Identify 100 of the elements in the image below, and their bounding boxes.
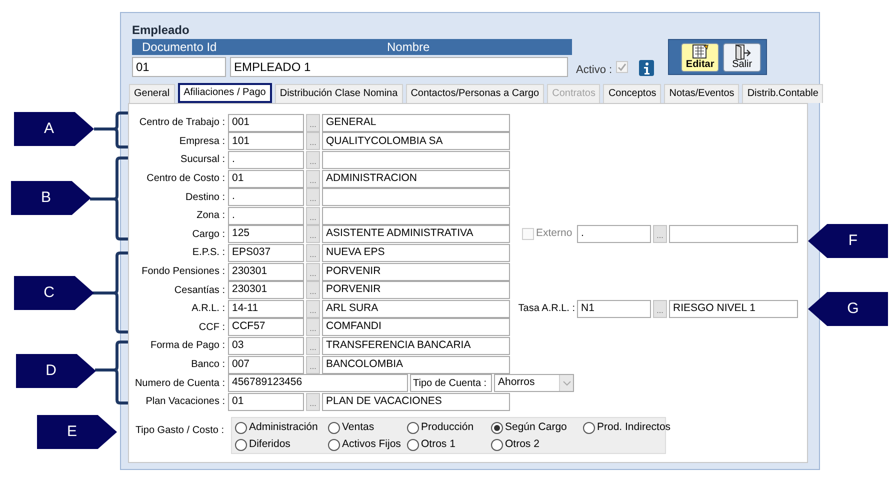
browse-button[interactable]: ... <box>306 392 320 411</box>
input-field[interactable]: . <box>577 225 651 244</box>
input-field[interactable]: GENERAL <box>322 114 510 132</box>
input-field[interactable] <box>322 188 510 206</box>
callout-label: B <box>11 181 91 215</box>
edit-button[interactable]: Editar <box>681 42 720 72</box>
input-field[interactable] <box>322 206 510 225</box>
callout-label: C <box>14 276 94 310</box>
input-field[interactable] <box>669 225 798 244</box>
exit-button[interactable]: Salir <box>723 42 762 72</box>
browse-button[interactable]: ... <box>306 170 320 188</box>
field-label: Forma de Pago : <box>150 339 226 354</box>
dropdown[interactable]: Ahorros <box>494 374 574 392</box>
field-label: Cargo : <box>191 228 226 242</box>
input-field[interactable]: 001 <box>228 114 304 132</box>
radio-option[interactable]: Activos Fijos <box>328 436 407 452</box>
input-field[interactable]: PORVENIR <box>322 262 510 281</box>
field-label: Tasa A.R.L. : <box>517 302 575 316</box>
input-field[interactable]: ADMINISTRACION <box>322 170 510 188</box>
input-field[interactable]: EMPLEADO 1 <box>230 57 568 77</box>
input-field[interactable]: PORVENIR <box>322 281 510 300</box>
radio-option[interactable]: Prod. Indirectos <box>583 420 671 436</box>
input-field[interactable]: . <box>228 150 304 169</box>
input-field[interactable]: BANCOLOMBIA <box>322 356 510 374</box>
window-title: Empleado <box>132 22 190 37</box>
input-field[interactable]: EPS037 <box>228 244 304 262</box>
input-field[interactable]: . <box>228 206 304 225</box>
tab[interactable]: Contactos/Personas a Cargo <box>406 84 544 102</box>
callout-label: E <box>37 415 117 449</box>
input-field[interactable]: 01 <box>132 57 226 77</box>
browse-button[interactable]: ... <box>306 318 320 336</box>
field-label: Destino : <box>184 190 226 205</box>
input-field[interactable]: 101 <box>228 132 304 150</box>
input-field[interactable]: NUEVA EPS <box>322 244 510 262</box>
field-label: Cesantías : <box>173 284 226 298</box>
input-field[interactable]: 007 <box>228 356 304 374</box>
input-field[interactable]: N1 <box>577 300 651 318</box>
field-label: Banco : <box>190 358 226 372</box>
browse-button[interactable]: ... <box>306 132 320 150</box>
input-field[interactable]: COMFANDI <box>322 318 510 336</box>
input-field[interactable]: TRANSFERENCIA BANCARIA <box>322 336 510 355</box>
field-label: Centro de Costo : <box>146 172 226 186</box>
input-field[interactable]: 03 <box>228 336 304 355</box>
input-field[interactable]: 456789123456 <box>228 374 408 392</box>
browse-button[interactable]: ... <box>306 150 320 169</box>
browse-button[interactable]: ... <box>653 300 667 318</box>
bracket <box>92 112 130 148</box>
radio-option[interactable]: Ventas <box>328 420 407 436</box>
input-field[interactable]: ARL SURA <box>322 300 510 318</box>
browse-button[interactable]: ... <box>306 206 320 225</box>
input-field[interactable] <box>322 150 510 169</box>
tab[interactable]: General <box>129 84 175 102</box>
radio-option[interactable]: Otros 1 <box>407 436 491 452</box>
input-field[interactable]: 125 <box>228 225 304 244</box>
input-field[interactable]: 14-11 <box>228 300 304 318</box>
input-field[interactable]: 230301 <box>228 262 304 281</box>
browse-button[interactable]: ... <box>306 244 320 262</box>
radio-option[interactable]: Diferidos <box>235 436 328 452</box>
input-field[interactable]: PLAN DE VACACIONES <box>322 392 510 411</box>
input-field[interactable]: 01 <box>228 392 304 411</box>
field-label: Numero de Cuenta : <box>134 376 226 391</box>
input-field[interactable]: CCF57 <box>228 318 304 336</box>
document-icon <box>690 44 710 60</box>
browse-button[interactable]: ... <box>306 356 320 374</box>
field-label: Tipo Gasto / Costo : <box>134 424 225 438</box>
checkbox[interactable] <box>616 61 628 73</box>
browse-button[interactable]: ... <box>306 336 320 355</box>
field-label: Centro de Trabajo : <box>138 116 226 130</box>
browse-button[interactable]: ... <box>306 225 320 244</box>
field-label: Plan Vacaciones : <box>144 395 226 410</box>
input-field[interactable]: QUALITYCOLOMBIA SA <box>322 132 510 150</box>
input-field[interactable]: . <box>228 188 304 206</box>
tab[interactable]: Conceptos <box>603 84 662 102</box>
input-field[interactable]: ASISTENTE ADMINISTRATIVA <box>322 225 510 244</box>
browse-button[interactable]: ... <box>306 188 320 206</box>
field-label: Sucursal : <box>180 153 226 168</box>
radio-option[interactable]: Otros 2 <box>491 436 583 452</box>
tab[interactable]: Afiliaciones / Pago <box>178 82 272 102</box>
tab[interactable]: Distribución Clase Nomina <box>274 84 403 102</box>
radio-option[interactable]: Administración <box>235 420 328 436</box>
field-label: Empresa : <box>178 134 226 149</box>
field-label: CCF : <box>198 320 226 335</box>
field-label: Zona : <box>196 209 226 224</box>
input-field[interactable]: 01 <box>228 170 304 188</box>
radio-option[interactable]: Según Cargo <box>491 420 583 436</box>
browse-button[interactable]: ... <box>306 114 320 132</box>
input-field[interactable]: RIESGO NIVEL 1 <box>669 300 798 318</box>
tab[interactable]: Distrib.Contable <box>742 84 824 102</box>
browse-button[interactable]: ... <box>306 262 320 281</box>
browse-button[interactable]: ... <box>306 281 320 300</box>
column-header: Nombre <box>387 39 430 56</box>
radio-option[interactable]: Producción <box>407 420 491 436</box>
callout-label: D <box>16 354 96 388</box>
callout-label: A <box>14 112 94 146</box>
checkbox[interactable] <box>522 228 534 240</box>
browse-button[interactable]: ... <box>653 225 667 244</box>
tab[interactable]: Notas/Eventos <box>664 84 740 102</box>
info-icon[interactable] <box>639 60 654 76</box>
input-field[interactable]: 230301 <box>228 281 304 300</box>
browse-button[interactable]: ... <box>306 300 320 318</box>
